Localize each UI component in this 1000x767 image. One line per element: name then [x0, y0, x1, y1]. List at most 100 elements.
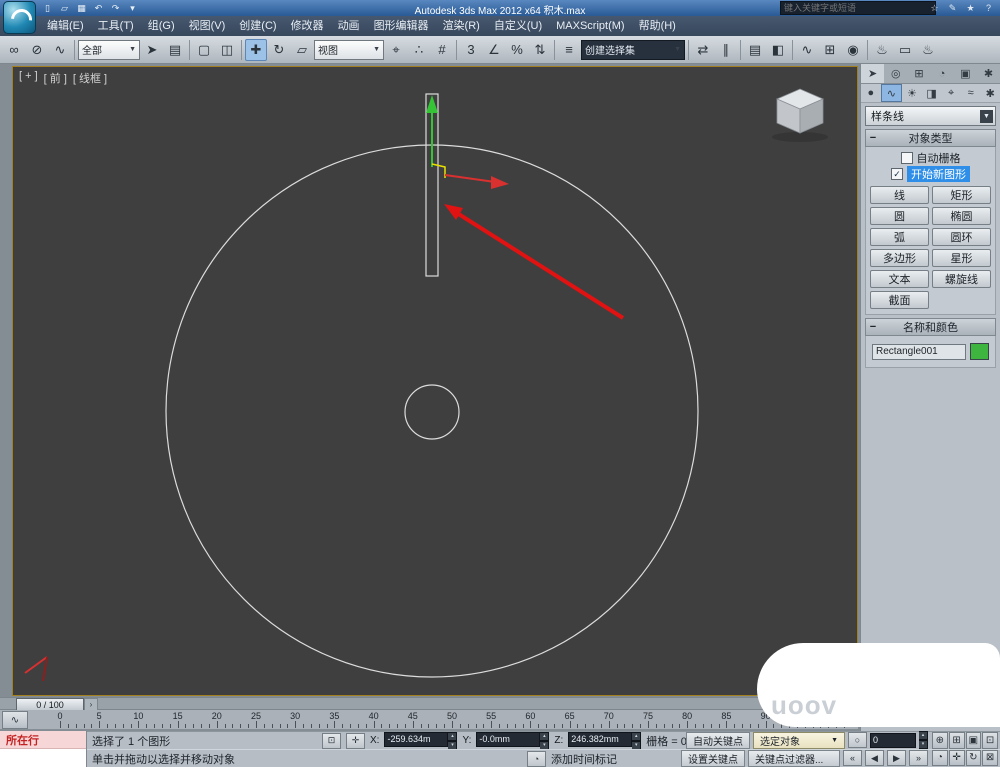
orbit-icon[interactable]: ↻ [965, 749, 982, 766]
z-coordinate-field[interactable]: ▴ ▾ [568, 731, 642, 750]
redo-icon[interactable]: ↷ [108, 1, 123, 15]
viewcube[interactable] [772, 88, 828, 142]
selection-lock-icon[interactable]: ⊡ [322, 732, 341, 749]
viewport-view-menu[interactable]: [ 前 ] [44, 70, 67, 86]
bind-to-space-warp-icon[interactable]: ∿ [49, 39, 71, 61]
viewport-pov-menu[interactable]: [ + ] [19, 70, 38, 86]
layer-manager-icon[interactable]: ▤ [744, 39, 766, 61]
spinner-snap-icon[interactable]: ⇅ [529, 39, 551, 61]
tab-display-icon[interactable]: ▣ [954, 64, 977, 83]
time-slider-track[interactable]: 0 / 100 › [0, 697, 858, 711]
time-tag-icon[interactable]: ◔ [527, 750, 546, 767]
gizmo-y-arrowhead[interactable] [426, 95, 438, 113]
spinner-up-icon[interactable]: ▴ [448, 731, 458, 741]
menu-item[interactable]: 创建(C) [232, 16, 283, 36]
category-shapes-icon[interactable]: ∿ [880, 84, 903, 102]
object-type-button[interactable]: 圆环 [932, 228, 991, 246]
key-filters-button[interactable]: 关键点过滤器... [748, 749, 840, 767]
tab-create-icon[interactable]: ➤ [861, 64, 885, 83]
category-helpers-icon[interactable]: ⌖ [941, 84, 961, 102]
track-bar[interactable]: ∿ 05101520253035404550556065707580859095… [0, 710, 858, 730]
object-type-button[interactable]: 星形 [932, 249, 991, 267]
rendered-frame-window-icon[interactable]: ▭ [894, 39, 916, 61]
current-frame-field[interactable] [870, 732, 916, 748]
viewport-canvas[interactable] [13, 67, 859, 697]
selection-set-dropdown[interactable]: 选定对象 ▼ [753, 731, 845, 749]
edit-named-selection-sets-icon[interactable]: ≡ [558, 39, 580, 61]
object-type-button[interactable]: 椭圆 [932, 207, 991, 225]
reference-coordinate-dropdown[interactable]: 视图 ▼ [314, 39, 384, 60]
z-spinner[interactable]: ▴ ▾ [632, 731, 642, 750]
set-keys-button[interactable]: 设置关键点 [681, 749, 745, 767]
zoom-extents-icon[interactable]: ▣ [965, 732, 982, 749]
select-and-manipulate-icon[interactable]: ∴ [408, 39, 430, 61]
object-name-field[interactable] [872, 343, 966, 360]
add-time-tag[interactable]: 添加时间标记 [551, 751, 617, 767]
maxscript-mini-listener[interactable]: 所在行 [0, 731, 87, 767]
viewport-shading-menu[interactable]: [ 线框 ] [73, 70, 107, 86]
object-type-button[interactable]: 矩形 [932, 186, 991, 204]
object-type-button[interactable]: 线 [870, 186, 929, 204]
category-spacewarps-icon[interactable]: ≈ [961, 84, 981, 102]
snap-toggle-icon[interactable]: 3 [460, 39, 482, 61]
small-circle-shape[interactable] [404, 384, 460, 440]
mini-curve-editor-button[interactable]: ∿ [2, 711, 28, 729]
spinner-up-icon[interactable]: ▴ [632, 731, 642, 741]
tab-modify-icon[interactable]: ◎ [884, 64, 907, 83]
gizmo-x-axis[interactable] [444, 174, 496, 183]
material-editor-icon[interactable]: ◉ [842, 39, 864, 61]
x-coordinate-input[interactable] [384, 731, 449, 747]
set-key-icon[interactable]: ○ [848, 732, 867, 748]
unlink-selection-icon[interactable]: ⊘ [26, 39, 48, 61]
feedback-icon[interactable]: ✎ [945, 1, 960, 15]
object-type-button[interactable]: 圆 [870, 207, 929, 225]
menu-item[interactable]: 自定义(U) [487, 16, 549, 36]
x-spinner[interactable]: ▴ ▾ [448, 731, 458, 750]
menu-item[interactable]: 帮助(H) [632, 16, 683, 36]
zoom-region-icon[interactable]: ⊡ [982, 732, 998, 749]
select-and-move-icon[interactable]: ✚ [245, 38, 267, 61]
quick-access-more-icon[interactable]: ▾ [125, 1, 140, 15]
search-input[interactable] [780, 1, 936, 15]
menu-item[interactable]: 视图(V) [182, 16, 233, 36]
render-production-icon[interactable]: ♨ [917, 39, 939, 61]
open-file-icon[interactable]: ▱ [57, 1, 72, 15]
tab-hierarchy-icon[interactable]: ⊞ [907, 64, 930, 83]
object-type-button[interactable]: 多边形 [870, 249, 929, 267]
play-animation-icon[interactable]: ▶ [887, 750, 906, 766]
shape-category-dropdown[interactable]: 样条线 ▼ [865, 106, 996, 126]
category-lights-icon[interactable]: ☀ [902, 84, 922, 102]
y-coordinate-field[interactable]: ▴ ▾ [476, 731, 550, 750]
zoom-all-icon[interactable]: ⊞ [948, 732, 965, 749]
selection-region-icon[interactable]: ▢ [193, 39, 215, 61]
mirror-icon[interactable]: ⇄ [692, 39, 714, 61]
menu-item[interactable]: 动画 [331, 16, 367, 36]
frame-spinner[interactable]: ▴ ▾ [919, 731, 928, 749]
viewport-front[interactable]: [ + ] [ 前 ] [ 线框 ] [12, 66, 858, 696]
schematic-view-icon[interactable]: ⊞ [819, 39, 841, 61]
named-selection-sets-dropdown[interactable]: 创建选择集 ▼ [581, 39, 685, 60]
select-by-name-icon[interactable]: ▤ [164, 39, 186, 61]
category-systems-icon[interactable]: ✱ [980, 84, 1000, 102]
menu-item[interactable]: 编辑(E) [40, 16, 91, 36]
field-of-view-icon[interactable]: ◔ [932, 749, 948, 766]
percent-snap-icon[interactable]: % [506, 39, 528, 61]
category-geometry-icon[interactable]: ● [861, 84, 881, 102]
auto-key-button[interactable]: 自动关键点 [686, 731, 750, 749]
z-coordinate-input[interactable] [568, 731, 633, 747]
menu-item[interactable]: 修改器 [284, 16, 331, 36]
autogrid-checkbox[interactable] [900, 152, 913, 164]
menu-item[interactable]: 渲染(R) [436, 16, 487, 36]
rollout-name-color[interactable]: − 名称和颜色 [865, 318, 996, 336]
select-and-scale-icon[interactable]: ▱ [291, 39, 313, 61]
menu-item[interactable]: 图形编辑器 [367, 16, 436, 36]
y-coordinate-input[interactable] [476, 731, 541, 747]
graphite-ribbon-icon[interactable]: ◧ [767, 39, 789, 61]
community-icon[interactable]: ☆ [927, 1, 942, 15]
object-type-button[interactable]: 截面 [870, 291, 929, 309]
y-spinner[interactable]: ▴ ▾ [540, 731, 550, 750]
new-scene-icon[interactable]: ▯ [40, 1, 55, 15]
category-cameras-icon[interactable]: ◨ [922, 84, 942, 102]
tab-motion-icon[interactable]: ◔ [931, 64, 954, 83]
align-icon[interactable]: ∥ [715, 39, 737, 61]
